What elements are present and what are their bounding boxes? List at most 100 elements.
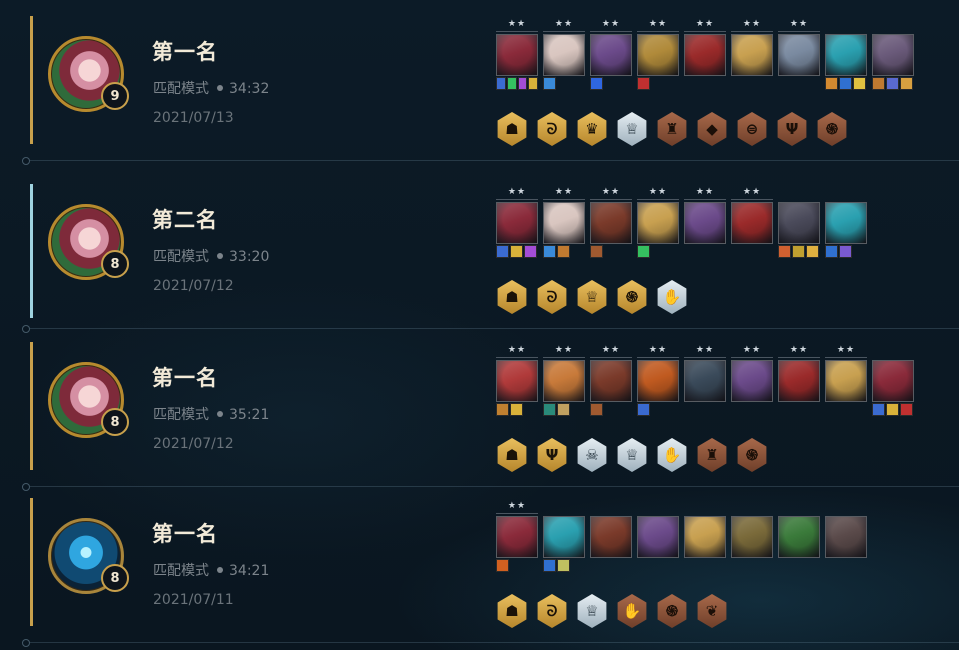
champion-unit[interactable]: ★★ [778,344,820,416]
item-icon[interactable] [872,77,885,90]
champion-portrait[interactable] [684,34,726,76]
champion-unit[interactable]: ★★ [496,344,538,416]
champion-portrait[interactable] [543,34,585,76]
item-icon[interactable] [557,559,570,572]
trait-icon[interactable]: ✋ [617,594,647,628]
trait-icon[interactable]: ☠ [577,438,607,472]
champion-portrait[interactable] [543,516,585,558]
item-icon[interactable] [853,77,866,90]
item-icon[interactable] [557,245,570,258]
item-icon[interactable] [510,245,523,258]
trait-icon[interactable]: ֍ [737,438,767,472]
champion-unit[interactable] [637,500,679,572]
champion-unit[interactable] [778,186,820,258]
champion-portrait[interactable] [496,34,538,76]
champion-portrait[interactable] [731,34,773,76]
champion-unit[interactable]: ★★ [637,18,679,90]
champion-portrait[interactable] [872,360,914,402]
champion-portrait[interactable] [825,34,867,76]
item-icon[interactable] [590,77,603,90]
trait-icon[interactable]: ☗ [497,112,527,146]
champion-portrait[interactable] [496,202,538,244]
champion-unit[interactable] [778,500,820,572]
champion-portrait[interactable] [637,516,679,558]
champion-portrait[interactable] [543,202,585,244]
item-icon[interactable] [872,403,885,416]
item-icon[interactable] [637,77,650,90]
trait-icon[interactable]: ♕ [617,112,647,146]
trait-icon[interactable]: ⊜ [737,112,767,146]
champion-unit[interactable]: ★★ [731,344,773,416]
champion-portrait[interactable] [496,360,538,402]
trait-icon[interactable]: ✋ [657,438,687,472]
champion-unit[interactable] [543,500,585,572]
champion-portrait[interactable] [731,360,773,402]
champion-portrait[interactable] [731,202,773,244]
champion-unit[interactable]: ★★ [731,186,773,258]
match-row[interactable]: 8 第二名 匹配模式 33:20 2021/07/12 ★★ ★★ ★★ ★★ ★★ ★★ ☗ ᘐ ♕ ֍ ✋ [30,168,959,318]
trait-icon[interactable]: ♕ [577,594,607,628]
champion-portrait[interactable] [684,516,726,558]
trait-icon[interactable]: ֍ [817,112,847,146]
item-icon[interactable] [528,77,538,90]
champion-portrait[interactable] [637,360,679,402]
champion-unit[interactable] [590,500,632,572]
item-icon[interactable] [496,559,509,572]
champion-portrait[interactable] [590,202,632,244]
champion-portrait[interactable] [543,360,585,402]
champion-portrait[interactable] [637,34,679,76]
item-icon[interactable] [590,403,603,416]
champion-unit[interactable] [825,18,867,90]
trait-icon[interactable]: ♜ [657,112,687,146]
trait-icon[interactable]: ♕ [617,438,647,472]
champion-portrait[interactable] [684,360,726,402]
match-row[interactable]: 8 第一名 匹配模式 34:21 2021/07/11 ★★ ☗ ᘐ ♕ ✋ ֍ ❦ [30,482,959,632]
champion-unit[interactable]: ★★ [590,344,632,416]
champion-unit[interactable] [872,18,914,90]
trait-icon[interactable]: ☗ [497,280,527,314]
item-icon[interactable] [637,403,650,416]
item-icon[interactable] [506,77,517,90]
champion-portrait[interactable] [825,202,867,244]
trait-icon[interactable]: ֍ [617,280,647,314]
trait-icon[interactable]: ᘐ [537,594,567,628]
item-icon[interactable] [839,245,852,258]
champion-unit[interactable]: ★★ [778,18,820,90]
item-icon[interactable] [543,403,556,416]
champion-portrait[interactable] [825,516,867,558]
item-icon[interactable] [496,245,509,258]
item-icon[interactable] [543,77,556,90]
item-icon[interactable] [778,245,791,258]
champion-unit[interactable]: ★★ [637,344,679,416]
trait-icon[interactable]: Ψ [777,112,807,146]
champion-unit[interactable]: ★★ [684,186,726,258]
champion-unit[interactable]: ★★ [590,186,632,258]
champion-unit[interactable] [825,500,867,572]
champion-portrait[interactable] [778,360,820,402]
champion-unit[interactable] [684,500,726,572]
champion-unit[interactable]: ★★ [543,18,585,90]
item-icon[interactable] [590,245,603,258]
champion-portrait[interactable] [590,34,632,76]
champion-unit[interactable]: ★★ [543,344,585,416]
item-icon[interactable] [825,77,838,90]
champion-portrait[interactable] [590,360,632,402]
item-icon[interactable] [886,77,899,90]
match-row[interactable]: 8 第一名 匹配模式 35:21 2021/07/12 ★★ ★★ ★★ ★★ ★★ ★★ ★★ ★★ ☗… [30,326,959,476]
match-row[interactable]: 9 第一名 匹配模式 34:32 2021/07/13 ★★ ★★ ★★ ★★ ★★ ★★ ★★ ☗ ᘐ ♛… [30,0,959,150]
trait-icon[interactable]: ᘐ [537,112,567,146]
champion-unit[interactable]: ★★ [637,186,679,258]
item-icon[interactable] [637,245,650,258]
champion-unit[interactable]: ★★ [825,344,867,416]
trait-icon[interactable]: ♛ [577,112,607,146]
champion-portrait[interactable] [637,202,679,244]
item-icon[interactable] [557,403,570,416]
champion-unit[interactable]: ★★ [496,500,538,572]
item-icon[interactable] [496,77,506,90]
item-icon[interactable] [825,245,838,258]
champion-portrait[interactable] [731,516,773,558]
item-icon[interactable] [839,77,852,90]
item-icon[interactable] [886,403,899,416]
item-icon[interactable] [524,245,537,258]
champion-unit[interactable]: ★★ [496,18,538,90]
